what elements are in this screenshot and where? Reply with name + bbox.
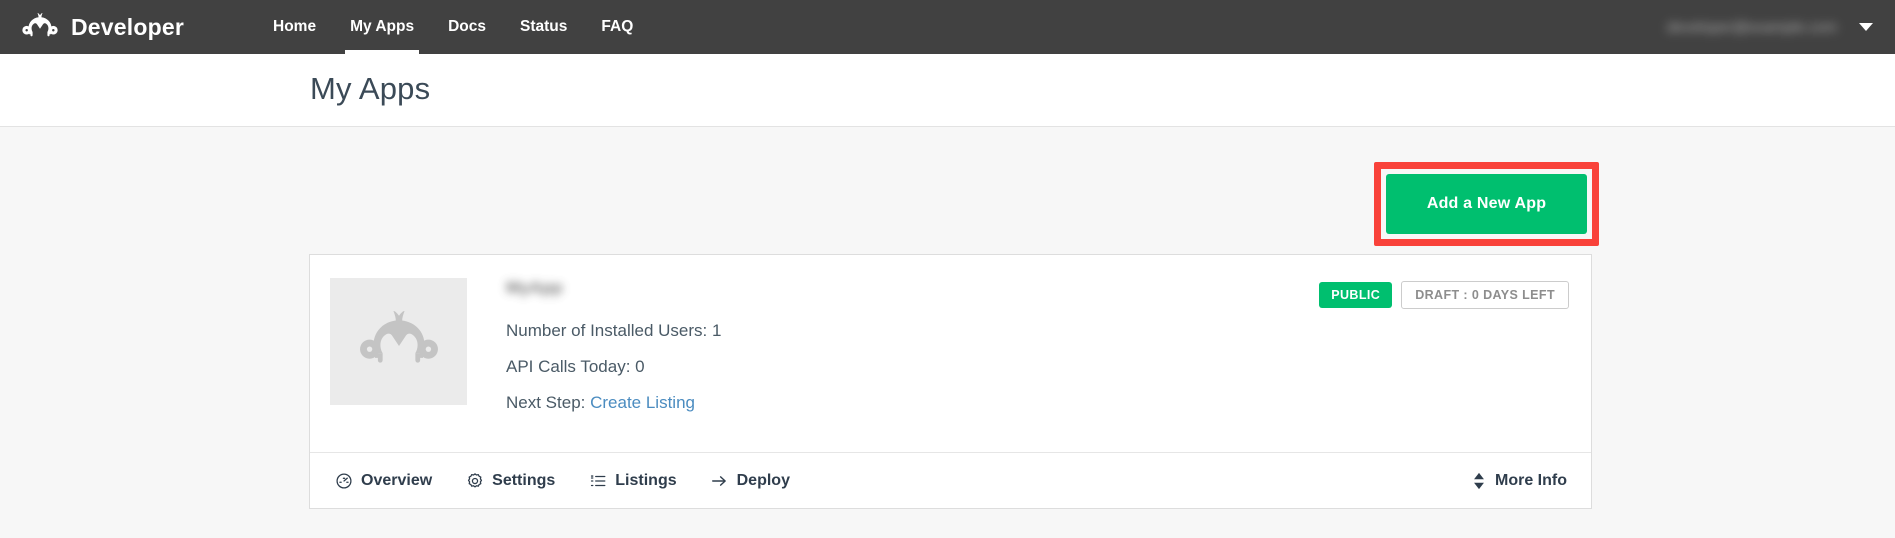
nav-link-status[interactable]: Status [503,0,584,54]
app-action-overview[interactable]: Overview [334,471,432,490]
app-action-deploy[interactable]: Deploy [710,471,790,490]
create-listing-link[interactable]: Create Listing [590,393,695,412]
nav-link-faq[interactable]: FAQ [584,0,650,54]
account-email: developer@example.com [1666,18,1837,36]
chevron-down-icon [1859,23,1873,31]
status-badge-draft: DRAFT : 0 DAYS LEFT [1401,281,1569,309]
list-icon [588,471,607,490]
app-status-badges: PUBLIC DRAFT : 0 DAYS LEFT [1319,281,1569,309]
app-action-listings[interactable]: Listings [588,471,677,490]
gauge-icon [334,471,353,490]
api-calls-line: API Calls Today: 0 [506,357,721,377]
app-title: MyApp [506,278,563,297]
primary-nav: Home My Apps Docs Status FAQ [256,0,650,54]
app-thumbnail [330,278,467,405]
app-card: MyApp Number of Installed Users: 1 API C… [309,254,1592,509]
more-info-toggle[interactable]: More Info [1472,472,1567,490]
nav-link-home[interactable]: Home [256,0,333,54]
monkey-placeholder-icon [358,310,440,373]
app-action-deploy-label: Deploy [736,471,790,489]
page-title: My Apps [310,71,431,106]
installed-users-line: Number of Installed Users: 1 [506,321,721,341]
nav-link-docs[interactable]: Docs [431,0,503,54]
nav-link-my-apps[interactable]: My Apps [333,0,431,54]
monkey-logo-icon [22,9,58,45]
next-step-line: Next Step: Create Listing [506,393,721,413]
app-card-actions: Overview Settings Listings Deploy [334,471,823,490]
next-step-label: Next Step: [506,393,586,412]
add-new-app-region: Add a New App [1374,162,1599,246]
app-action-listings-label: Listings [615,471,677,489]
page-header: My Apps [0,54,1895,127]
app-card-footer: Overview Settings Listings Deploy More I… [310,452,1591,508]
app-card-body: MyApp Number of Installed Users: 1 API C… [310,255,1591,453]
gear-icon [465,471,484,490]
app-action-settings[interactable]: Settings [465,471,555,490]
arrow-right-icon [710,471,729,490]
account-menu[interactable]: developer@example.com [1667,0,1873,54]
brand-label: Developer [71,13,185,40]
api-calls-value: 0 [635,357,645,376]
app-action-settings-label: Settings [492,471,556,489]
main-content: Add a New App MyApp Number of Installed … [0,127,1895,538]
expand-updown-icon [1472,472,1486,490]
top-navbar: Developer Home My Apps Docs Status FAQ d… [0,0,1895,54]
status-badge-public: PUBLIC [1319,282,1393,308]
more-info-label: More Info [1495,471,1567,489]
installed-users-value: 1 [711,321,722,340]
api-calls-label: API Calls Today: [506,357,631,376]
add-new-app-button[interactable]: Add a New App [1386,174,1587,234]
brand-home-link[interactable]: Developer [22,0,184,54]
app-action-overview-label: Overview [361,471,433,489]
app-info: MyApp Number of Installed Users: 1 API C… [506,278,721,413]
installed-users-label: Number of Installed Users: [506,321,708,340]
